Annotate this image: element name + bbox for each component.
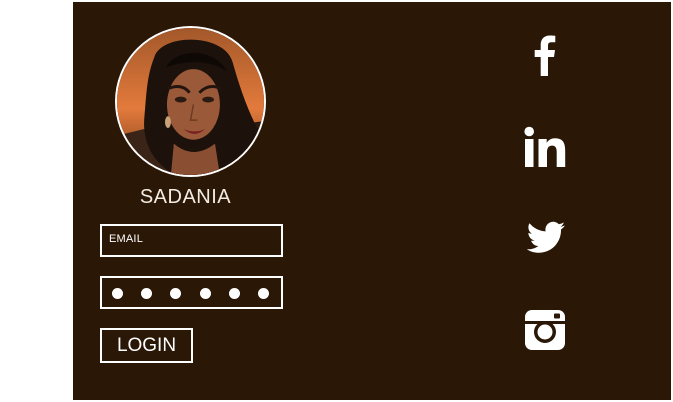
password-dot (141, 288, 153, 299)
password-dot (199, 288, 211, 299)
twitter-icon[interactable] (522, 215, 568, 261)
linkedin-icon[interactable] (522, 124, 568, 170)
password-dot (257, 288, 269, 299)
password-dot (112, 288, 123, 299)
email-field[interactable]: EMAIL (100, 224, 283, 257)
avatar (115, 26, 266, 177)
password-dot (170, 288, 182, 299)
password-mask (112, 288, 269, 299)
facebook-icon[interactable] (522, 32, 568, 78)
login-panel: SADANIA EMAIL LOGIN (73, 2, 671, 400)
username: SADANIA (139, 186, 232, 208)
email-placeholder: EMAIL (109, 233, 144, 245)
password-dot (228, 288, 240, 299)
instagram-icon[interactable] (522, 307, 568, 353)
login-button[interactable]: LOGIN (100, 328, 193, 363)
password-field[interactable] (100, 276, 283, 309)
